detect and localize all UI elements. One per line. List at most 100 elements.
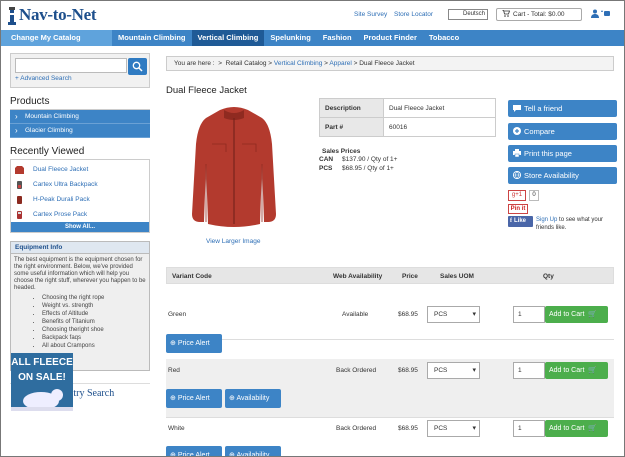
facebook-icon: f (510, 218, 512, 224)
nav-product-finder[interactable]: Product Finder (358, 30, 423, 46)
equipment-link[interactable]: Choosing theright shoe (42, 326, 146, 334)
sales-prices-title: Sales Prices (322, 148, 361, 155)
nav-vertical-climbing[interactable]: Vertical Climbing (191, 30, 265, 46)
promo-line-2: ON SALE! (18, 372, 66, 383)
add-to-cart-button[interactable]: Add to Cart 🛒 (545, 362, 608, 379)
cart-icon (502, 9, 511, 17)
availability-button[interactable]: ⊕ Availability (225, 446, 281, 457)
products-item-glacier-climbing[interactable]: Glacier Climbing (10, 124, 150, 138)
description-label: Description (319, 98, 384, 118)
nav-fashion[interactable]: Fashion (317, 30, 358, 46)
show-all-button[interactable]: Show All... (11, 222, 149, 232)
left-sidebar: + Advanced Search Products Mountain Clim… (10, 53, 150, 403)
list-item[interactable]: Cartex Prose Pack (11, 207, 149, 222)
logo[interactable]: Nav-to-Net (7, 4, 97, 26)
price-row: PCS $68.95 / Qty of 1+ (319, 164, 397, 173)
recently-viewed-list: Dual Fleece Jacket Cartex Ultra Backpack… (10, 159, 150, 233)
variant-price: $68.95 (398, 425, 418, 432)
advanced-search-link[interactable]: + Advanced Search (15, 75, 145, 82)
plus-circle-icon: ⊕ (229, 452, 235, 457)
nav-tobacco[interactable]: Tobacco (423, 30, 465, 46)
variant-price: $68.95 (398, 311, 418, 318)
print-button[interactable]: Print this page (508, 145, 617, 162)
breadcrumb-prefix: You are here : (174, 60, 215, 67)
availability-button[interactable]: ⊕ Availability (225, 389, 281, 408)
recently-viewed-label: Dual Fleece Jacket (33, 166, 89, 173)
sales-prices: Sales Prices CAN $137.90 / Qty of 1+ PCS… (319, 148, 397, 173)
price-alert-button[interactable]: ⊕ Price Alert (166, 389, 222, 408)
price-alert-button[interactable]: ⊕ Price Alert (166, 446, 222, 457)
col-variant-code: Variant Code (172, 273, 212, 280)
breadcrumb-retail-catalog[interactable]: Retail Catalog (226, 60, 267, 67)
description-value: Dual Fleece Jacket (383, 98, 496, 118)
qty-input[interactable]: 1 (513, 306, 545, 323)
price-value: $137.90 / Qty of 1+ (342, 156, 398, 163)
compare-button[interactable]: Compare (508, 123, 617, 140)
equipment-link[interactable]: Benefits of Titanium (42, 318, 146, 326)
variant-line: Red Back Ordered $68.95 PCS 1 Add to Car… (166, 362, 614, 379)
price-currency: CAN (319, 156, 334, 163)
equipment-link[interactable]: Weight vs. strength (42, 302, 146, 310)
facebook-like-button[interactable]: f Like (508, 216, 533, 227)
variant-line: White Back Ordered $68.95 PCS 1 Add to C… (166, 420, 614, 437)
variants-header: Variant Code Web Availability Price Sale… (166, 267, 614, 284)
equipment-link[interactable]: Backpack faqs (42, 334, 146, 342)
view-larger-image-link[interactable]: View Larger Image (206, 238, 260, 245)
tell-a-friend-button[interactable]: Tell a friend (508, 100, 617, 117)
facebook-signup-link[interactable]: Sign Up (536, 217, 557, 223)
google-plus-button[interactable]: g+1 (508, 190, 526, 201)
products-list: Mountain Climbing Glacier Climbing (10, 109, 150, 138)
store-locator-link[interactable]: Store Locator (394, 11, 433, 18)
fleece-sale-banner[interactable]: ALL FLEECE ON SALE! (11, 353, 73, 411)
plus-circle-icon: ⊕ (170, 340, 176, 347)
cart-plus-icon: 🛒 (588, 311, 598, 318)
variant-code: White (168, 425, 185, 432)
search-button[interactable] (128, 58, 147, 75)
breadcrumb-apparel[interactable]: Apparel (329, 60, 351, 67)
list-item[interactable]: Cartex Ultra Backpack (11, 177, 149, 192)
breadcrumb-vertical-climbing[interactable]: Vertical Climbing (274, 60, 322, 67)
part-number-label: Part # (319, 117, 384, 137)
site-survey-link[interactable]: Site Survey (354, 11, 387, 18)
variants-table: Variant Code Web Availability Price Sale… (166, 267, 614, 457)
cart-button[interactable]: Cart - Total: $0.00 (496, 8, 582, 21)
store-availability-button[interactable]: Store Availability (508, 167, 617, 184)
pinterest-button[interactable]: Pin it (508, 204, 528, 214)
uom-select[interactable]: PCS (427, 420, 480, 437)
equipment-link[interactable]: Effects of Altitude (42, 310, 146, 318)
breadcrumb-sep: > (268, 60, 273, 67)
variant-availability: Back Ordered (336, 367, 377, 374)
lighthouse-icon (8, 7, 16, 25)
add-to-cart-button[interactable]: Add to Cart 🛒 (545, 306, 608, 323)
pack-thumb-icon (17, 195, 22, 204)
product-details-table: Description Dual Fleece Jacket Part # 60… (319, 98, 496, 137)
breadcrumb-sep: > (324, 60, 328, 67)
add-to-cart-button[interactable]: Add to Cart 🛒 (545, 420, 608, 437)
qty-input[interactable]: 1 (513, 420, 545, 437)
uom-select[interactable]: PCS (427, 306, 480, 323)
equipment-link[interactable]: All about Crampons (42, 342, 146, 350)
breadcrumb-sep: > (353, 60, 358, 67)
equipment-link[interactable]: Choosing the right rope (42, 294, 146, 302)
plus-circle-icon: ⊕ (170, 395, 176, 402)
price-alert-button[interactable]: ⊕ Price Alert (166, 334, 222, 353)
nav-spelunking[interactable]: Spelunking (264, 30, 316, 46)
list-item[interactable]: Dual Fleece Jacket (11, 162, 149, 177)
list-item[interactable]: H-Peak Durali Pack (11, 192, 149, 207)
user-icon[interactable] (591, 9, 611, 18)
qty-input[interactable]: 1 (513, 362, 545, 379)
language-select[interactable]: Deutsch (448, 9, 488, 20)
search-input[interactable] (15, 58, 127, 73)
nav-change-catalog[interactable]: Change My Catalog (1, 30, 112, 46)
plus-circle-icon: ⊕ (170, 452, 176, 457)
nav-mountain-climbing[interactable]: Mountain Climbing (112, 30, 192, 46)
availability-label: Availability (236, 395, 270, 402)
uom-select[interactable]: PCS (427, 362, 480, 379)
products-item-mountain-climbing[interactable]: Mountain Climbing (10, 110, 150, 124)
equipment-info-text: The best equipment is the equipment chos… (14, 257, 146, 291)
product-image[interactable] (190, 104, 278, 232)
recently-viewed-title: Recently Viewed (10, 146, 85, 157)
breadcrumb-sep: > (218, 60, 223, 67)
price-value: $68.95 / Qty of 1+ (342, 165, 394, 172)
cart-total: Cart - Total: $0.00 (513, 11, 565, 18)
